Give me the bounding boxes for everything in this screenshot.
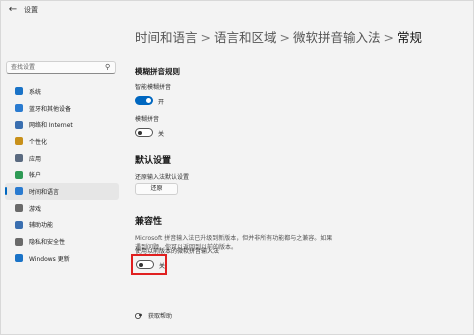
get-help-icon: [135, 312, 142, 319]
app-title: 设置: [24, 6, 38, 14]
fuzzy-section-title: 模糊拼音规则: [135, 67, 180, 76]
breadcrumb-item[interactable]: 微软拼音输入法: [293, 30, 381, 45]
compat-section-title: 兼容性: [135, 217, 163, 227]
fuzzy-pinyin-state: 关: [158, 131, 165, 138]
sidebar-item-label: Windows 更新: [29, 255, 70, 263]
get-help-link[interactable]: 获取帮助: [135, 311, 172, 320]
privacy-icon: [15, 237, 23, 246]
windows-update-icon: [15, 254, 23, 263]
network-icon: [15, 120, 23, 129]
breadcrumb-current: 常规: [397, 30, 423, 45]
highlight-box: [131, 254, 167, 275]
sidebar-item[interactable]: 个性化: [5, 133, 119, 150]
get-help-label: 获取帮助: [148, 313, 173, 320]
restore-button[interactable]: 还原: [135, 183, 178, 195]
breadcrumb-item[interactable]: 语言和区域: [214, 30, 277, 45]
sidebar-item-label: 辅助功能: [29, 222, 54, 230]
sidebar-item-label: 蓝牙和其他设备: [29, 105, 72, 113]
sidebar-item-label: 时间和语言: [29, 188, 60, 196]
toggle-knob: [146, 98, 151, 103]
bluetooth-icon: [15, 104, 23, 113]
search-input[interactable]: 查找设置: [6, 61, 116, 74]
fuzzy-pinyin-toggle[interactable]: [135, 128, 153, 137]
title-bar: ← 设置: [1, 1, 473, 19]
sidebar-item[interactable]: 游戏: [5, 200, 119, 217]
sidebar-item-label: 隐私和安全性: [29, 239, 66, 247]
smart-fuzzy-toggle[interactable]: [135, 96, 153, 105]
sidebar: 查找设置 ⚲ 系统蓝牙和其他设备 网络和 Internet 个性化应用帐户时间和语言…: [1, 19, 123, 334]
sidebar-item[interactable]: 网络和 Internet: [5, 116, 119, 133]
sidebar-item-label: 应用: [29, 155, 42, 163]
accessibility-icon: [15, 220, 23, 229]
breadcrumb-separator: >: [200, 30, 211, 45]
sidebar-item[interactable]: 帐户: [5, 166, 119, 183]
sidebar-item-label: 个性化: [29, 138, 48, 146]
sidebar-item-label: 游戏: [29, 205, 42, 213]
toggle-knob: [138, 130, 142, 135]
time-language-icon: [15, 187, 23, 196]
sidebar-item-label: 系统: [29, 88, 42, 96]
sidebar-item[interactable]: 时间和语言: [5, 183, 119, 200]
breadcrumb-separator: >: [279, 30, 290, 45]
personalization-icon: [15, 137, 23, 146]
sidebar-item[interactable]: 蓝牙和其他设备: [5, 100, 119, 117]
sidebar-item-label: 网络和 Internet: [29, 122, 73, 130]
smart-fuzzy-label: 智能模糊拼音: [135, 84, 172, 91]
gaming-icon: [15, 204, 23, 213]
user-profile-area[interactable]: [1, 19, 123, 55]
search-icon[interactable]: ⚲: [105, 63, 110, 71]
accounts-icon: [15, 170, 23, 179]
breadcrumb-separator: >: [383, 30, 394, 45]
main-content: 时间和语言 > 语言和区域 > 微软拼音输入法 > 常规 模糊拼音规则 智能模糊拼音 开 模…: [123, 19, 473, 334]
fuzzy-pinyin-label: 模糊拼音: [135, 116, 160, 123]
system-icon: [15, 87, 23, 96]
nav-list: 系统蓝牙和其他设备 网络和 Internet 个性化应用帐户时间和语言游戏辅助功能隐…: [1, 83, 123, 267]
breadcrumb: 时间和语言 > 语言和区域 > 微软拼音输入法 > 常规: [135, 27, 422, 46]
apps-icon: [15, 154, 23, 163]
restore-defaults-label: 还原输入法默认设置: [135, 174, 190, 181]
settings-window: ← 设置 查找设置 ⚲ 系统蓝牙和其他设备 网络和 Internet 个性化应用帐户…: [0, 0, 474, 335]
sidebar-item[interactable]: 系统: [5, 83, 119, 100]
sidebar-item-label: 帐户: [29, 172, 42, 180]
smart-fuzzy-state: 开: [158, 99, 165, 106]
sidebar-item[interactable]: 辅助功能: [5, 217, 119, 234]
breadcrumb-item[interactable]: 时间和语言: [135, 30, 198, 45]
sidebar-item[interactable]: 隐私和安全性: [5, 233, 119, 250]
sidebar-item[interactable]: 应用: [5, 150, 119, 167]
back-arrow-icon[interactable]: ←: [7, 4, 19, 16]
defaults-section-title: 默认设置: [135, 156, 172, 166]
sidebar-item[interactable]: Windows 更新: [5, 250, 119, 267]
